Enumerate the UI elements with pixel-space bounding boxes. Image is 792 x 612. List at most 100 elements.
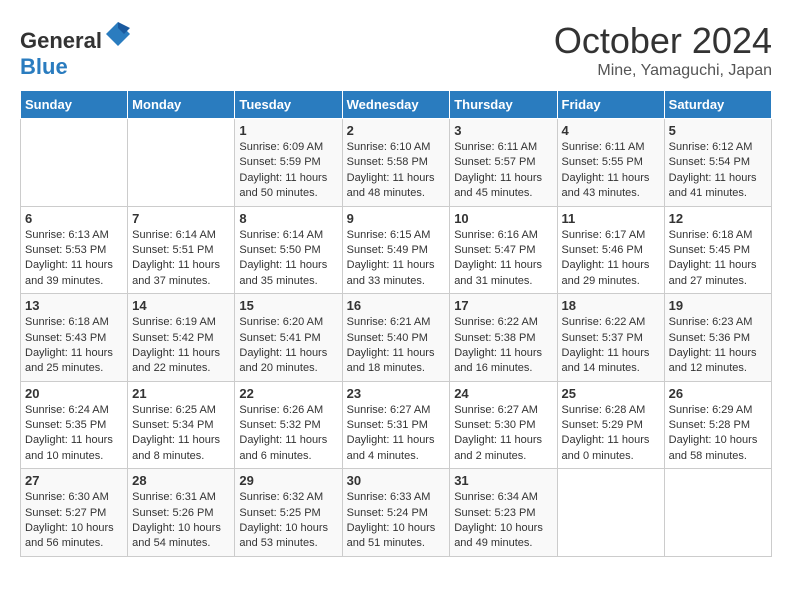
weekday-header: Tuesday [235,91,342,119]
day-number: 24 [454,386,552,401]
calendar-cell: 6Sunrise: 6:13 AMSunset: 5:53 PMDaylight… [21,206,128,294]
day-info: Sunrise: 6:11 AMSunset: 5:57 PMDaylight:… [454,140,552,202]
day-number: 20 [25,386,123,401]
calendar-week-row: 1 Sunrise: 6:09 AMSunset: 5:59 PMDaylight… [21,119,772,207]
day-info: Sunrise: 6:18 AMSunset: 5:45 PMDaylight:… [669,228,767,290]
day-info: Sunrise: 6:32 AMSunset: 5:25 PMDaylight:… [239,490,337,552]
day-info: Sunrise: 6:15 AMSunset: 5:49 PMDaylight:… [347,228,446,290]
day-info: Sunrise: 6:17 AMSunset: 5:46 PMDaylight:… [562,228,660,290]
calendar-cell: 18 Sunrise: 6:22 AMSunset: 5:37 PMDayligh… [557,294,664,382]
day-info: Sunrise: 6:22 AMSunset: 5:37 PMDaylight:… [562,315,660,377]
day-number: 29 [239,473,337,488]
calendar-cell: 17 Sunrise: 6:22 AMSunset: 5:38 PMDayligh… [450,294,557,382]
calendar-cell: 7 Sunrise: 6:14 AMSunset: 5:51 PMDaylight… [128,206,235,294]
day-info: Sunrise: 6:23 AMSunset: 5:36 PMDaylight:… [669,315,767,377]
day-info: Sunrise: 6:16 AMSunset: 5:47 PMDaylight:… [454,228,552,290]
day-info: Sunrise: 6:24 AMSunset: 5:35 PMDaylight:… [25,403,123,465]
weekday-header-row: SundayMondayTuesdayWednesdayThursdayFrid… [21,91,772,119]
day-info: Sunrise: 6:33 AMSunset: 5:24 PMDaylight:… [347,490,446,552]
day-number: 14 [132,298,230,313]
weekday-header: Wednesday [342,91,450,119]
calendar-cell: 2Sunrise: 6:10 AMSunset: 5:58 PMDaylight… [342,119,450,207]
calendar-cell: 14 Sunrise: 6:19 AMSunset: 5:42 PMDayligh… [128,294,235,382]
day-info: Sunrise: 6:27 AMSunset: 5:31 PMDaylight:… [347,403,446,465]
calendar-cell: 4 Sunrise: 6:11 AMSunset: 5:55 PMDaylight… [557,119,664,207]
day-number: 17 [454,298,552,313]
calendar-cell: 1 Sunrise: 6:09 AMSunset: 5:59 PMDaylight… [235,119,342,207]
day-number: 18 [562,298,660,313]
calendar-week-row: 13 Sunrise: 6:18 AMSunset: 5:43 PMDayligh… [21,294,772,382]
calendar-cell: 21Sunrise: 6:25 AMSunset: 5:34 PMDayligh… [128,381,235,469]
page-header: General Blue October 2024 Mine, Yamaguch… [20,20,772,80]
logo-text-general: General [20,28,102,53]
calendar-table: SundayMondayTuesdayWednesdayThursdayFrid… [20,90,772,557]
day-number: 15 [239,298,337,313]
day-info: Sunrise: 6:26 AMSunset: 5:32 PMDaylight:… [239,403,337,465]
location-title: Mine, Yamaguchi, Japan [554,62,772,80]
day-number: 9 [347,211,446,226]
calendar-cell: 5Sunrise: 6:12 AMSunset: 5:54 PMDaylight… [664,119,771,207]
day-info: Sunrise: 6:34 AMSunset: 5:23 PMDaylight:… [454,490,552,552]
day-number: 22 [239,386,337,401]
calendar-cell: 29 Sunrise: 6:32 AMSunset: 5:25 PMDayligh… [235,469,342,557]
month-title: October 2024 [554,20,772,62]
day-number: 4 [562,123,660,138]
day-info: Sunrise: 6:14 AMSunset: 5:50 PMDaylight:… [239,228,337,290]
day-number: 26 [669,386,767,401]
day-number: 1 [239,123,337,138]
weekday-header: Saturday [664,91,771,119]
calendar-cell: 26Sunrise: 6:29 AMSunset: 5:28 PMDayligh… [664,381,771,469]
logo: General Blue [20,20,132,80]
day-info: Sunrise: 6:27 AMSunset: 5:30 PMDaylight:… [454,403,552,465]
day-number: 10 [454,211,552,226]
day-info: Sunrise: 6:09 AMSunset: 5:59 PMDaylight:… [239,140,337,202]
day-info: Sunrise: 6:19 AMSunset: 5:42 PMDaylight:… [132,315,230,377]
day-info: Sunrise: 6:22 AMSunset: 5:38 PMDaylight:… [454,315,552,377]
calendar-cell: 9 Sunrise: 6:15 AMSunset: 5:49 PMDaylight… [342,206,450,294]
day-number: 23 [347,386,446,401]
day-number: 30 [347,473,446,488]
calendar-week-row: 6Sunrise: 6:13 AMSunset: 5:53 PMDaylight… [21,206,772,294]
day-number: 3 [454,123,552,138]
calendar-week-row: 27Sunrise: 6:30 AMSunset: 5:27 PMDayligh… [21,469,772,557]
day-info: Sunrise: 6:11 AMSunset: 5:55 PMDaylight:… [562,140,660,202]
calendar-cell: 25 Sunrise: 6:28 AMSunset: 5:29 PMDayligh… [557,381,664,469]
day-number: 13 [25,298,123,313]
calendar-cell [21,119,128,207]
day-number: 7 [132,211,230,226]
calendar-cell: 19 Sunrise: 6:23 AMSunset: 5:36 PMDayligh… [664,294,771,382]
day-info: Sunrise: 6:30 AMSunset: 5:27 PMDaylight:… [25,490,123,552]
day-number: 12 [669,211,767,226]
calendar-cell: 16 Sunrise: 6:21 AMSunset: 5:40 PMDayligh… [342,294,450,382]
calendar-cell: 3 Sunrise: 6:11 AMSunset: 5:57 PMDaylight… [450,119,557,207]
logo-text-blue: Blue [20,54,68,79]
day-info: Sunrise: 6:10 AMSunset: 5:58 PMDaylight:… [347,140,446,202]
calendar-cell [664,469,771,557]
day-info: Sunrise: 6:18 AMSunset: 5:43 PMDaylight:… [25,315,123,377]
day-info: Sunrise: 6:21 AMSunset: 5:40 PMDaylight:… [347,315,446,377]
day-number: 21 [132,386,230,401]
calendar-cell: 10 Sunrise: 6:16 AMSunset: 5:47 PMDayligh… [450,206,557,294]
day-number: 28 [132,473,230,488]
day-number: 19 [669,298,767,313]
day-info: Sunrise: 6:14 AMSunset: 5:51 PMDaylight:… [132,228,230,290]
calendar-cell [557,469,664,557]
day-number: 16 [347,298,446,313]
calendar-cell: 15 Sunrise: 6:20 AMSunset: 5:41 PMDayligh… [235,294,342,382]
day-number: 8 [239,211,337,226]
day-info: Sunrise: 6:31 AMSunset: 5:26 PMDaylight:… [132,490,230,552]
day-info: Sunrise: 6:20 AMSunset: 5:41 PMDaylight:… [239,315,337,377]
calendar-cell: 23 Sunrise: 6:27 AMSunset: 5:31 PMDayligh… [342,381,450,469]
day-number: 31 [454,473,552,488]
day-info: Sunrise: 6:28 AMSunset: 5:29 PMDaylight:… [562,403,660,465]
calendar-cell: 28 Sunrise: 6:31 AMSunset: 5:26 PMDayligh… [128,469,235,557]
day-info: Sunrise: 6:13 AMSunset: 5:53 PMDaylight:… [25,228,123,290]
calendar-cell [128,119,235,207]
day-number: 25 [562,386,660,401]
logo-icon [104,20,132,48]
weekday-header: Friday [557,91,664,119]
calendar-cell: 31 Sunrise: 6:34 AMSunset: 5:23 PMDayligh… [450,469,557,557]
calendar-cell: 27Sunrise: 6:30 AMSunset: 5:27 PMDayligh… [21,469,128,557]
calendar-cell: 11Sunrise: 6:17 AMSunset: 5:46 PMDayligh… [557,206,664,294]
day-info: Sunrise: 6:12 AMSunset: 5:54 PMDaylight:… [669,140,767,202]
